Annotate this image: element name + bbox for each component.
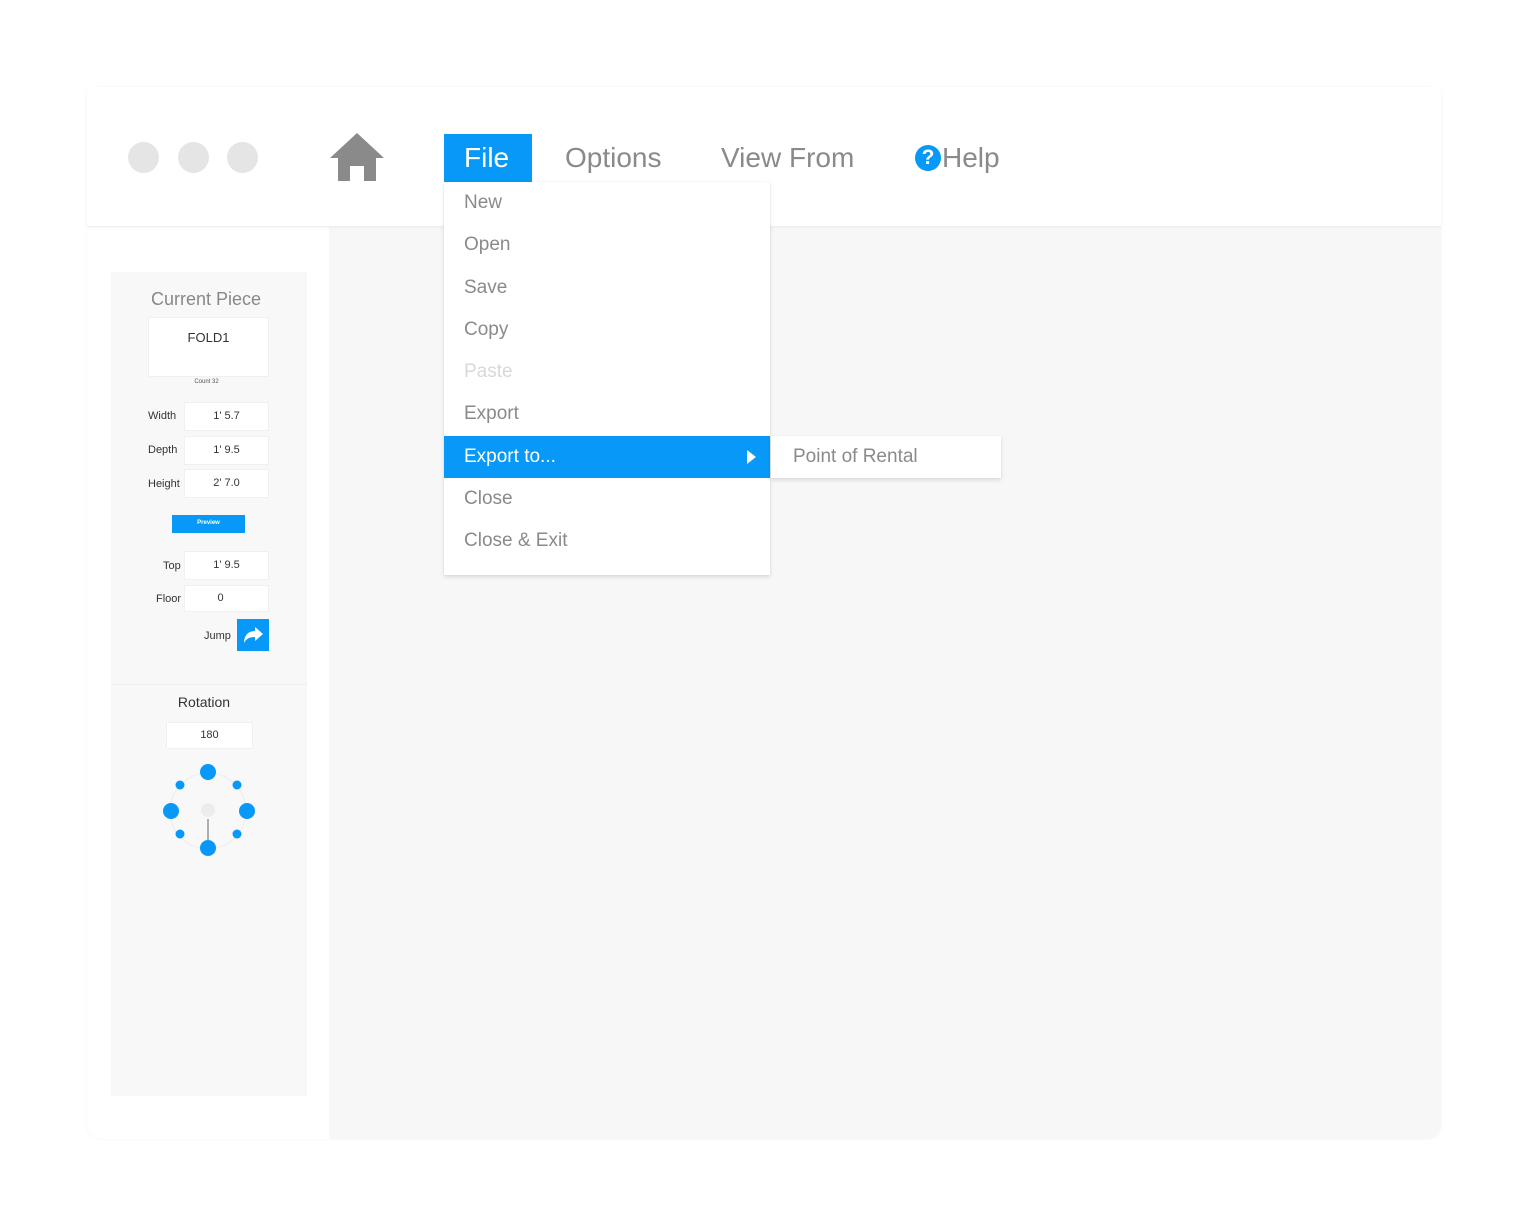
jump-label: Jump (204, 630, 231, 642)
file-menu-save[interactable]: Save (444, 267, 770, 309)
rotation-handle-45[interactable] (232, 780, 242, 790)
export-submenu: Point of Rental (771, 436, 1001, 478)
window-dot-close[interactable] (128, 142, 159, 173)
preview-button[interactable]: Preview (172, 515, 245, 533)
sidebar-divider (111, 684, 307, 685)
piece-name-box: FOLD1 (148, 317, 269, 377)
rotation-dial[interactable] (158, 761, 258, 861)
file-menu-open[interactable]: Open (444, 224, 770, 266)
menu-file[interactable]: File (444, 134, 532, 182)
file-menu-export-to[interactable]: Export to... (444, 436, 770, 478)
jump-arrow-icon (244, 627, 263, 643)
menu-help-label: Help (942, 142, 1000, 173)
depth-label: Depth (148, 444, 178, 456)
rotation-handle-135[interactable] (232, 829, 242, 839)
home-icon[interactable] (330, 133, 384, 181)
submenu-point-of-rental[interactable]: Point of Rental (771, 436, 1001, 478)
floor-label: Floor (156, 593, 182, 605)
window-dot-maximize[interactable] (227, 142, 258, 173)
width-field[interactable]: 1' 5.7 (184, 402, 269, 431)
rotation-handle-315[interactable] (175, 780, 185, 790)
window-dot-minimize[interactable] (178, 142, 209, 173)
top-label: Top (163, 560, 181, 572)
file-menu-export-to-label: Export to... (464, 446, 556, 467)
file-menu-new[interactable]: New (444, 182, 770, 224)
rotation-handle-90[interactable] (239, 803, 255, 819)
top-field[interactable]: 1' 9.5 (184, 551, 269, 580)
file-dropdown: New Open Save Copy Paste Export Export t… (444, 182, 770, 575)
file-menu-close[interactable]: Close (444, 478, 770, 520)
piece-count: Count 32 (194, 379, 219, 385)
rotation-center (201, 803, 215, 817)
submenu-arrow-icon (747, 450, 756, 464)
rotation-field[interactable]: 180 (166, 722, 253, 749)
width-label: Width (148, 410, 177, 422)
rotation-handle-270[interactable] (163, 803, 179, 819)
rotation-title: Rotation (177, 694, 231, 710)
rotation-handle-225[interactable] (175, 829, 185, 839)
floor-field[interactable]: 0 (184, 585, 269, 612)
height-field[interactable]: 2' 7.0 (184, 469, 269, 498)
current-piece-title: Current Piece (150, 289, 262, 309)
height-label: Height (148, 478, 180, 490)
rotation-handle-0[interactable] (200, 764, 216, 780)
help-icon: ? (915, 145, 941, 171)
menu-help[interactable]: ? Help (895, 134, 1020, 182)
file-menu-copy[interactable]: Copy (444, 309, 770, 351)
menu-options[interactable]: Options (545, 134, 682, 182)
menu-view-from[interactable]: View From (701, 134, 874, 182)
file-menu-export[interactable]: Export (444, 393, 770, 435)
jump-button[interactable] (237, 619, 269, 651)
piece-name: FOLD1 (187, 330, 230, 345)
file-menu-paste: Paste (464, 361, 513, 382)
rotation-handle-180[interactable] (200, 840, 216, 856)
file-menu-close-exit[interactable]: Close & Exit (444, 520, 770, 562)
depth-field[interactable]: 1' 9.5 (184, 436, 269, 465)
